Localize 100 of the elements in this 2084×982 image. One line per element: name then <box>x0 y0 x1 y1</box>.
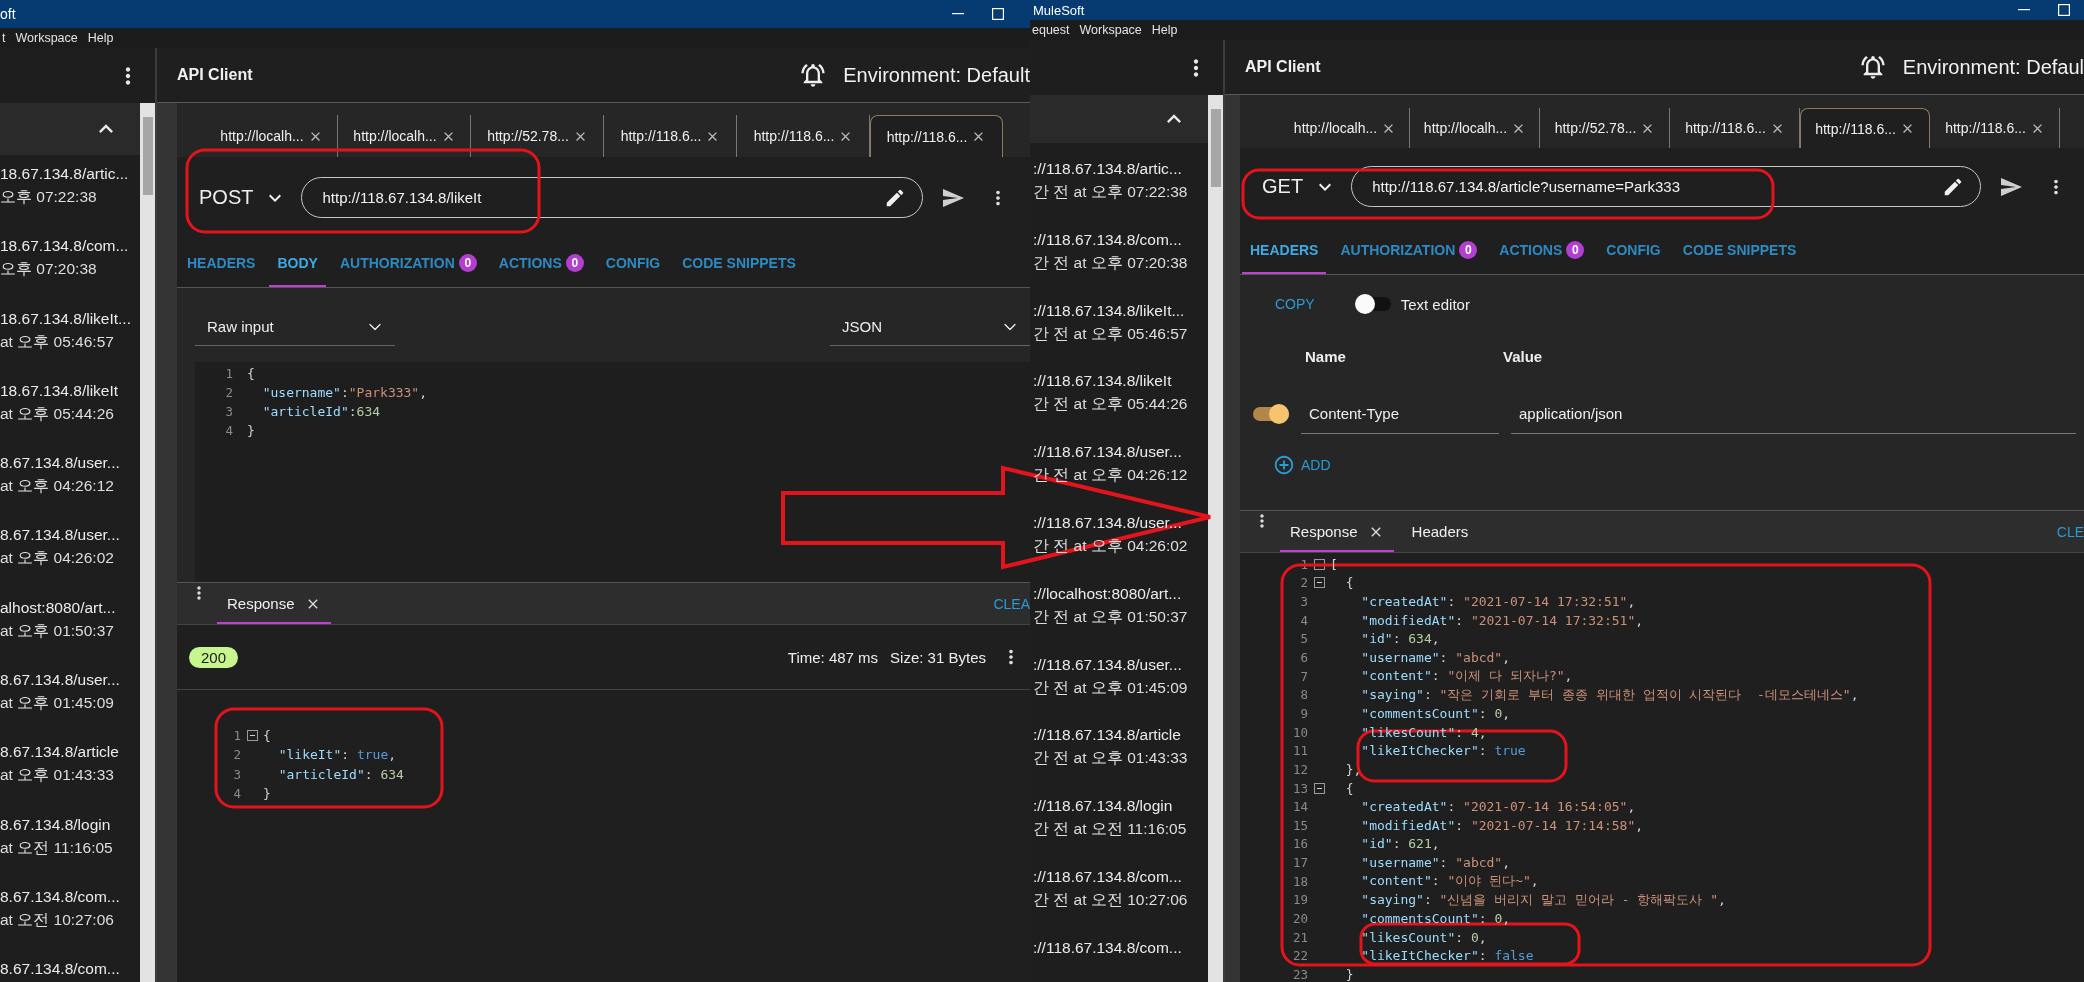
request-tab[interactable]: http://52.78... <box>1540 108 1670 148</box>
clear-button[interactable]: CLEA <box>993 583 1030 624</box>
history-url[interactable]: 8.67.134.8/article <box>0 741 119 764</box>
header-name-field[interactable]: Content-Type <box>1301 394 1499 434</box>
menu-item[interactable]: Help <box>87 31 114 45</box>
clear-button[interactable]: CLE <box>2056 511 2084 552</box>
request-tab[interactable]: http://118.6... <box>1800 108 1930 148</box>
section-tab[interactable]: CODE SNIPPETS <box>1674 225 1805 274</box>
request-tab[interactable]: http://localh... <box>1280 108 1410 148</box>
line-number: 13 <box>1291 780 1308 796</box>
history-url[interactable]: 8.67.134.8/user... <box>0 524 120 547</box>
history-url[interactable]: ://118.67.134.8/user... <box>1033 512 1182 534</box>
history-time: at 오후 05:46:57 <box>0 331 114 352</box>
copy-button[interactable]: COPY <box>1275 296 1315 312</box>
menu-item[interactable]: Workspace <box>1079 23 1142 37</box>
history-url[interactable]: 8.67.134.8/user... <box>0 452 120 475</box>
history-url[interactable]: 18.67.134.8/com... <box>0 235 129 258</box>
response-tab[interactable]: Headers <box>1401 511 1479 552</box>
response-tab[interactable]: Response <box>1280 511 1394 552</box>
line-number: 15 <box>1291 817 1308 833</box>
history-url[interactable]: 18.67.134.8/artic... <box>0 163 129 185</box>
maximize-icon[interactable] <box>2058 4 2070 16</box>
history-url[interactable]: 18.67.134.8/likeIt <box>0 379 119 402</box>
line-number: 4 <box>232 786 241 802</box>
toggle-switch[interactable] <box>1253 407 1289 421</box>
code-line: "createdAt": "2021-07-14 17:32:51", <box>1360 594 1636 610</box>
code-line: "content": "이야 된다~", <box>1360 872 1539 891</box>
history-url[interactable]: ://118.67.134.8/artic... <box>1033 158 1182 180</box>
minimize-icon[interactable] <box>952 13 964 15</box>
page-title: API Client <box>177 66 253 84</box>
input-type-select[interactable]: Raw input <box>195 308 395 346</box>
history-url[interactable]: ://118.67.134.8/user... <box>1033 653 1182 676</box>
section-tab[interactable]: AUTHORIZATION 0 <box>331 238 485 287</box>
toggle-switch[interactable] <box>1354 297 1391 311</box>
history-url[interactable]: ://localhost:8080/art... <box>1033 582 1182 605</box>
history-url[interactable]: 8.67.134.8/user... <box>0 669 120 692</box>
request-tab[interactable]: http://52.78... <box>471 115 604 157</box>
fold-icon[interactable] <box>1313 577 1325 589</box>
scrollbar[interactable] <box>140 103 155 982</box>
body-editor[interactable]: 1 { 2 "username":"Park333", 3 "articleId":634 4 } <box>195 362 1030 582</box>
menu-item[interactable]: Workspace <box>15 31 78 45</box>
scrollbar[interactable] <box>1208 95 1223 982</box>
minimize-icon[interactable] <box>2018 9 2030 11</box>
fold-icon[interactable] <box>1313 558 1325 570</box>
response-tab[interactable]: Response <box>217 583 331 624</box>
history-url[interactable]: 18.67.134.8/likeIt... <box>0 307 131 330</box>
request-tab[interactable]: http://localh... <box>205 115 338 157</box>
request-tab[interactable]: http://118.6... <box>1930 108 2060 148</box>
environment-label[interactable]: Environment: Default <box>843 63 1030 87</box>
method-select[interactable]: GET <box>1262 174 1338 199</box>
section-tab[interactable]: ACTIONS 0 <box>1491 225 1593 274</box>
history-url[interactable]: ://118.67.134.8/article <box>1033 724 1181 747</box>
history-url[interactable]: ://118.67.134.8/com... <box>1033 228 1182 251</box>
fold-icon[interactable] <box>1313 782 1325 794</box>
line-number: 8 <box>1299 687 1308 703</box>
history-time: 간 전 at 오후 07:20:38 <box>1033 252 1188 273</box>
request-tab[interactable]: http://localh... <box>1410 108 1540 148</box>
add-icon[interactable] <box>1273 454 1295 476</box>
line-number: 3 <box>224 404 233 419</box>
code-line: "id": 634, <box>1360 631 1440 647</box>
section-tab[interactable]: CONFIG <box>597 238 669 287</box>
history-url[interactable]: ://118.67.134.8/user... <box>1033 441 1182 464</box>
history-url[interactable]: 8.67.134.8/com... <box>0 958 120 981</box>
request-tab[interactable]: http://118.6... <box>737 115 870 157</box>
maximize-icon[interactable] <box>992 8 1004 20</box>
environment-label[interactable]: Environment: Defaul <box>1902 55 2084 79</box>
count-badge: 0 <box>1566 240 1585 259</box>
history-url[interactable]: ://118.67.134.8/com... <box>1033 936 1182 959</box>
section-tab[interactable]: CODE SNIPPETS <box>674 238 804 287</box>
section-tab[interactable]: HEADERS <box>179 238 264 287</box>
code-line: "saying": "작은 기회로 부터 종종 위대한 업적이 시작된다 -데모스테네스", <box>1360 685 1859 704</box>
method-select[interactable]: POST <box>199 185 288 210</box>
history-url[interactable]: ://118.67.134.8/likeIt... <box>1033 299 1185 322</box>
page-title: API Client <box>1245 58 1321 76</box>
line-number: 2 <box>1299 575 1308 591</box>
request-tab[interactable]: http://118.6... <box>604 115 737 157</box>
history-url[interactable]: ://118.67.134.8/login <box>1033 795 1173 818</box>
history-url[interactable]: alhost:8080/art... <box>0 596 116 619</box>
section-tab[interactable]: CONFIG <box>1598 225 1669 274</box>
line-number: 6 <box>1299 650 1308 665</box>
code-line: } <box>1344 966 1354 982</box>
history-url[interactable]: 8.67.134.8/login <box>0 813 111 836</box>
menu-item[interactable]: t <box>2 31 6 45</box>
request-tab[interactable]: http://118.6... <box>1670 108 1800 148</box>
header-value-field[interactable]: application/json <box>1511 394 2076 434</box>
add-button[interactable]: ADD <box>1273 454 1331 476</box>
history-url[interactable]: ://118.67.134.8/likeIt <box>1033 370 1172 393</box>
code-line: { <box>247 366 255 381</box>
window-title: MuleSoft <box>1033 2 1085 18</box>
fold-icon[interactable] <box>246 730 258 742</box>
history-url[interactable]: ://118.67.134.8/com... <box>1033 865 1182 888</box>
section-tab[interactable]: HEADERS <box>1242 225 1327 274</box>
section-tab[interactable]: ACTIONS 0 <box>490 238 592 287</box>
section-tab[interactable]: AUTHORIZATION 0 <box>1332 225 1486 274</box>
history-url[interactable]: 8.67.134.8/com... <box>0 885 120 908</box>
menu-item[interactable]: equest <box>1032 23 1070 37</box>
request-tab[interactable]: http://118.6... <box>870 115 1003 157</box>
section-tab[interactable]: BODY <box>269 238 326 287</box>
request-tab[interactable]: http://localh... <box>338 115 471 157</box>
menu-item[interactable]: Help <box>1151 23 1178 37</box>
